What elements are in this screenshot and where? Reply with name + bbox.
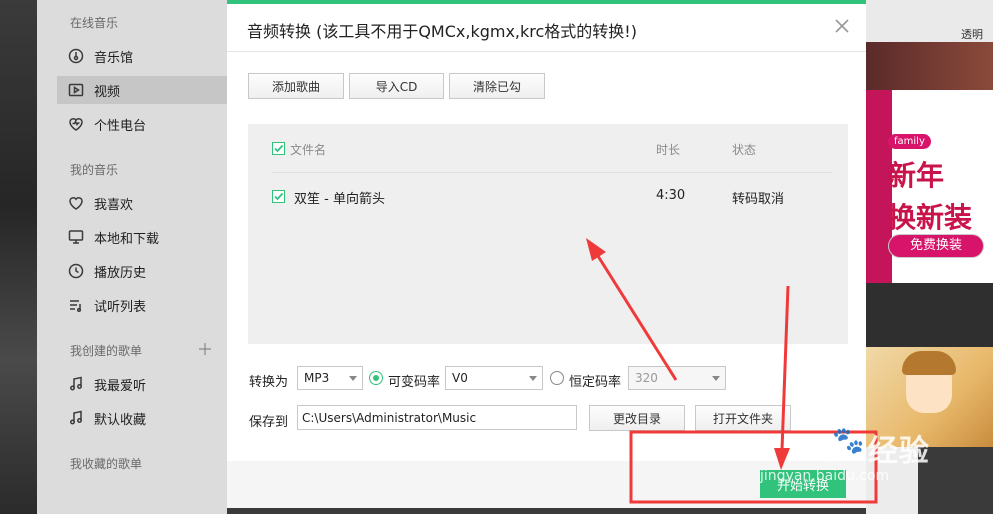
sidebar-item-label: 默认收藏	[94, 412, 147, 428]
vbr-select[interactable]: V0	[445, 366, 543, 390]
format-select[interactable]: MP3	[297, 366, 363, 390]
select-all-checkbox[interactable]	[272, 142, 285, 155]
sidebar-item-local[interactable]: 本地和下载	[57, 223, 227, 251]
cbr-value: 320	[635, 371, 658, 385]
sidebar-section-mine: 我的音乐	[70, 163, 119, 177]
chevron-down-icon	[349, 376, 357, 381]
anime-hair	[902, 351, 956, 375]
sidebar-item-history[interactable]: 播放历史	[57, 257, 227, 285]
save-to-label: 保存到	[249, 415, 289, 430]
sidebar-item-label: 播放历史	[94, 265, 147, 281]
vbr-label[interactable]: 可变码率	[388, 371, 440, 390]
background-strip	[0, 0, 37, 514]
sidebar-item-label: 我喜欢	[94, 197, 134, 213]
transparency-toggle[interactable]: 透明	[961, 26, 983, 42]
sidebar-item-favorite[interactable]: 我最爱听	[57, 370, 227, 398]
vbr-value: V0	[452, 371, 468, 385]
clear-checked-button[interactable]: 清除已勾	[449, 73, 545, 99]
promo-button[interactable]: 免费换装	[888, 234, 984, 258]
row-checkbox[interactable]	[272, 190, 285, 203]
clock-icon	[67, 262, 85, 280]
sidebar-item-label: 我最爱听	[94, 378, 147, 394]
sidebar-item-video[interactable]: 视频	[57, 76, 227, 104]
music-hall-icon	[67, 47, 85, 65]
column-header-status: 状态	[732, 143, 757, 157]
sidebar-item-radio[interactable]: 个性电台	[57, 110, 227, 138]
sidebar-item-label: 试听列表	[94, 299, 147, 315]
divider	[272, 172, 832, 173]
promo-line2: 换新装	[888, 201, 973, 234]
column-header-duration: 时长	[656, 143, 681, 157]
promo-badge: family	[888, 134, 931, 149]
sidebar-item-liked[interactable]: 我喜欢	[57, 189, 227, 217]
anime-thumbnail[interactable]	[866, 347, 993, 447]
row-filename: 双笙 - 单向箭头	[294, 192, 385, 207]
background-thumbnail	[866, 447, 993, 514]
cbr-label[interactable]: 恒定码率	[569, 371, 621, 390]
open-folder-button[interactable]: 打开文件夹	[695, 405, 791, 431]
vbr-radio[interactable]	[369, 371, 383, 385]
sidebar-section-created: 我创建的歌单	[70, 344, 143, 358]
sidebar-item-label: 本地和下载	[94, 231, 160, 247]
dialog-title: 音频转换 (该工具不用于QMCx,kgmx,krc格式的转换!)	[247, 22, 637, 41]
heart-icon	[67, 194, 85, 212]
chevron-down-icon	[712, 376, 720, 381]
playlist-icon	[67, 296, 85, 314]
video-icon	[67, 81, 85, 99]
save-path-input[interactable]: C:\Users\Administrator\Music	[297, 405, 577, 430]
sidebar-item-label: 音乐馆	[94, 50, 134, 66]
start-convert-button[interactable]: 开始转换	[760, 470, 846, 498]
background-thumbnail	[866, 283, 993, 347]
sidebar-item-preview-list[interactable]: 试听列表	[57, 291, 227, 319]
note-icon	[67, 409, 85, 427]
import-cd-button[interactable]: 导入CD	[349, 73, 444, 99]
row-duration: 4:30	[656, 188, 686, 203]
background-banner	[866, 42, 993, 90]
sidebar: 在线音乐 音乐馆 视频 个性电台 我的音乐 我喜欢 本地和下载 播放历史 试听列…	[37, 0, 227, 514]
background-content: 透明 family 新年 换新装 免费换装	[866, 0, 993, 514]
cbr-select[interactable]: 320	[628, 366, 726, 390]
row-status: 转码取消	[732, 192, 785, 207]
file-list: 文件名 时长 状态 双笙 - 单向箭头 4:30 转码取消	[248, 124, 848, 344]
sidebar-item-music-hall[interactable]: 音乐馆	[57, 42, 227, 70]
add-playlist-icon[interactable]	[198, 342, 212, 356]
add-song-button[interactable]: 添加歌曲	[248, 73, 344, 99]
close-icon[interactable]	[833, 17, 851, 35]
column-header-filename: 文件名	[290, 143, 327, 157]
heart-radio-icon	[67, 115, 85, 133]
promo-line1: 新年	[888, 159, 945, 192]
background-top-bar: 透明	[866, 0, 993, 42]
sidebar-item-label: 视频	[94, 84, 121, 100]
format-value: MP3	[304, 371, 330, 385]
background-thumbnails-row	[227, 508, 866, 514]
sidebar-section-online: 在线音乐	[70, 16, 119, 30]
background-thumbnail-dark	[918, 447, 993, 514]
convert-to-label: 转换为	[249, 375, 289, 390]
cbr-radio[interactable]	[550, 371, 564, 385]
dialog-accent-bar	[227, 0, 866, 4]
change-dir-button[interactable]: 更改目录	[589, 405, 685, 431]
sidebar-item-default-collection[interactable]: 默认收藏	[57, 404, 227, 432]
divider	[227, 51, 866, 52]
sidebar-item-label: 个性电台	[94, 118, 147, 134]
promo-banner[interactable]: family 新年 换新装 免费换装	[866, 90, 993, 283]
monitor-icon	[67, 228, 85, 246]
chevron-down-icon	[529, 376, 537, 381]
audio-convert-dialog: 音频转换 (该工具不用于QMCx,kgmx,krc格式的转换!) 添加歌曲 导入…	[227, 0, 866, 508]
note-icon	[67, 375, 85, 393]
sidebar-section-collected: 我收藏的歌单	[70, 457, 143, 471]
